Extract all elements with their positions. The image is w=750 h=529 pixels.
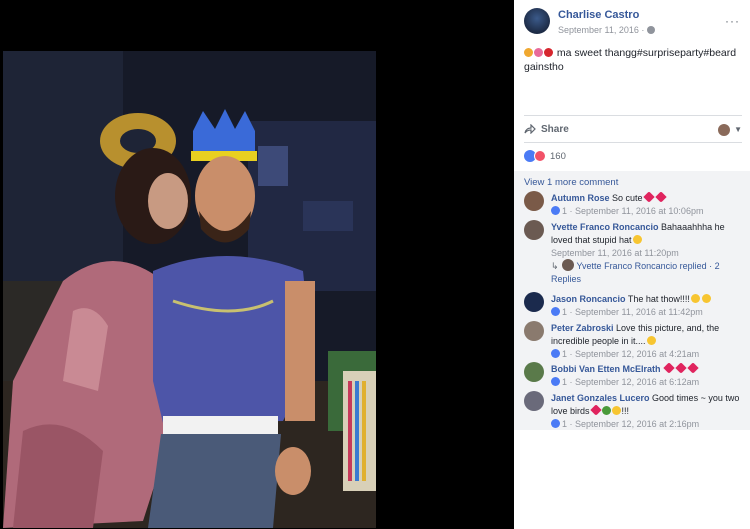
caption-text: ma sweet thangg#surpriseparty#beard gain…	[524, 47, 737, 73]
commenter-name[interactable]: Janet Gonzales Lucero	[551, 393, 650, 403]
commenter-name[interactable]: Autumn Rose	[551, 193, 610, 203]
comment-time[interactable]: · September 12, 2016 at 6:12am	[570, 377, 700, 387]
action-bar: Share ▼	[524, 122, 744, 138]
like-icon	[551, 377, 560, 386]
divider	[524, 115, 742, 116]
author-avatar[interactable]	[524, 8, 550, 34]
like-icon	[551, 349, 560, 358]
post-photo[interactable]	[3, 51, 376, 528]
smiley-icon	[690, 294, 700, 303]
commenter-avatar[interactable]	[524, 292, 544, 312]
heart-icon	[654, 191, 667, 203]
photo-illustration	[3, 51, 376, 528]
comment-meta: 1 · September 11, 2016 at 10:06pm	[551, 205, 741, 218]
divider	[524, 142, 742, 143]
like-icon	[551, 206, 560, 215]
smiley-icon	[632, 235, 642, 244]
author-name[interactable]: Charlise Castro	[558, 9, 639, 21]
smiley-icon	[701, 294, 711, 303]
more-options-icon[interactable]: ···	[725, 14, 740, 28]
post-date-text[interactable]: September 11, 2016 ·	[558, 25, 644, 35]
comment-body: Jason Roncancio The hat thow!!!! 1 · Sep…	[551, 293, 741, 319]
post-header: Charlise Castro September 11, 2016 · ···	[524, 8, 744, 40]
comment-body: Autumn Rose So cute 1 · September 11, 20…	[551, 191, 741, 218]
heart-icon	[544, 48, 553, 57]
heart-icon	[687, 362, 699, 374]
love-reaction-icon	[534, 150, 546, 162]
post-date[interactable]: September 11, 2016 ·	[558, 25, 656, 35]
commenter-avatar[interactable]	[524, 391, 544, 411]
comment-meta: 1 · September 11, 2016 at 11:42pm	[551, 306, 741, 319]
replies-link[interactable]: ↳ Yvette Franco Roncancio replied · 2 Rep…	[551, 259, 736, 286]
globe-icon	[647, 26, 656, 34]
bottle-icon	[601, 406, 611, 415]
comment-time[interactable]: September 11, 2016 at 11:20pm	[551, 248, 679, 258]
reaction-count[interactable]: 160	[550, 151, 566, 162]
comment-time[interactable]: · September 12, 2016 at 4:21am	[570, 349, 700, 359]
comment-text-trail: !!!	[621, 406, 630, 416]
comment-like-count[interactable]: 1	[562, 377, 567, 387]
comment-like-count[interactable]: 1	[562, 349, 567, 359]
heart-icon	[675, 362, 687, 374]
heart-icon	[663, 362, 675, 374]
reply-author[interactable]: Yvette Franco Roncancio	[577, 261, 678, 271]
comment-meta: 1 · September 12, 2016 at 2:16pm	[551, 418, 741, 431]
like-icon	[551, 419, 560, 428]
commenter-avatar[interactable]	[524, 220, 544, 240]
view-more-comments-link[interactable]: View 1 more comment	[524, 177, 618, 188]
comment-like-count[interactable]: 1	[562, 206, 567, 216]
comment-text: The hat thow!!!!	[627, 294, 690, 304]
party-popper-icon	[524, 48, 533, 57]
clap-icon	[611, 406, 621, 415]
comment-body: Yvette Franco Roncancio Bahaaahhha he lo…	[551, 221, 741, 260]
photo-viewer	[0, 0, 514, 529]
comment-time[interactable]: · September 11, 2016 at 11:42pm	[570, 307, 703, 317]
reply-arrow-icon: ↳	[551, 261, 559, 271]
commenter-name[interactable]: Peter Zabroski	[551, 323, 614, 333]
comment-like-count[interactable]: 1	[562, 419, 567, 429]
commenter-name[interactable]: Yvette Franco Roncancio	[551, 222, 659, 232]
like-icon	[551, 307, 560, 316]
commenter-avatar[interactable]	[524, 191, 544, 211]
comment-text: So cute	[612, 193, 643, 203]
commenter-avatar[interactable]	[524, 321, 544, 341]
kiss-mark-icon	[534, 48, 543, 57]
share-button[interactable]: Share	[541, 124, 569, 135]
post-caption: ma sweet thangg#surpriseparty#beard gain…	[524, 46, 744, 74]
commenter-avatar[interactable]	[524, 362, 544, 382]
commenter-name[interactable]: Jason Roncancio	[551, 294, 626, 304]
viewer-avatar[interactable]	[718, 124, 730, 136]
comment-meta: 1 · September 12, 2016 at 4:21am	[551, 348, 741, 361]
smiley-icon	[646, 336, 656, 345]
comment-body: Peter Zabroski Love this picture, and, t…	[551, 322, 741, 361]
heart-icon	[589, 404, 602, 416]
comment-meta: 1 · September 12, 2016 at 6:12am	[551, 376, 741, 389]
comment-body: Bobbi Van Etten McElrath 1 · September 1…	[551, 362, 741, 389]
chevron-down-icon[interactable]: ▼	[734, 125, 742, 134]
post-side-panel: Charlise Castro September 11, 2016 · ···…	[514, 0, 750, 529]
heart-icon	[642, 191, 655, 203]
comment-like-count[interactable]: 1	[562, 307, 567, 317]
comment-time[interactable]: · September 11, 2016 at 10:06pm	[570, 206, 704, 216]
reply-avatar	[561, 259, 574, 271]
comments-section: View 1 more comment Autumn Rose So cute …	[514, 171, 750, 430]
share-icon[interactable]	[524, 124, 536, 134]
comment-body: Janet Gonzales Lucero Good times ~ you t…	[551, 392, 741, 431]
commenter-name[interactable]: Bobbi Van Etten McElrath	[551, 364, 661, 374]
comment-time[interactable]: · September 12, 2016 at 2:16pm	[570, 419, 700, 429]
